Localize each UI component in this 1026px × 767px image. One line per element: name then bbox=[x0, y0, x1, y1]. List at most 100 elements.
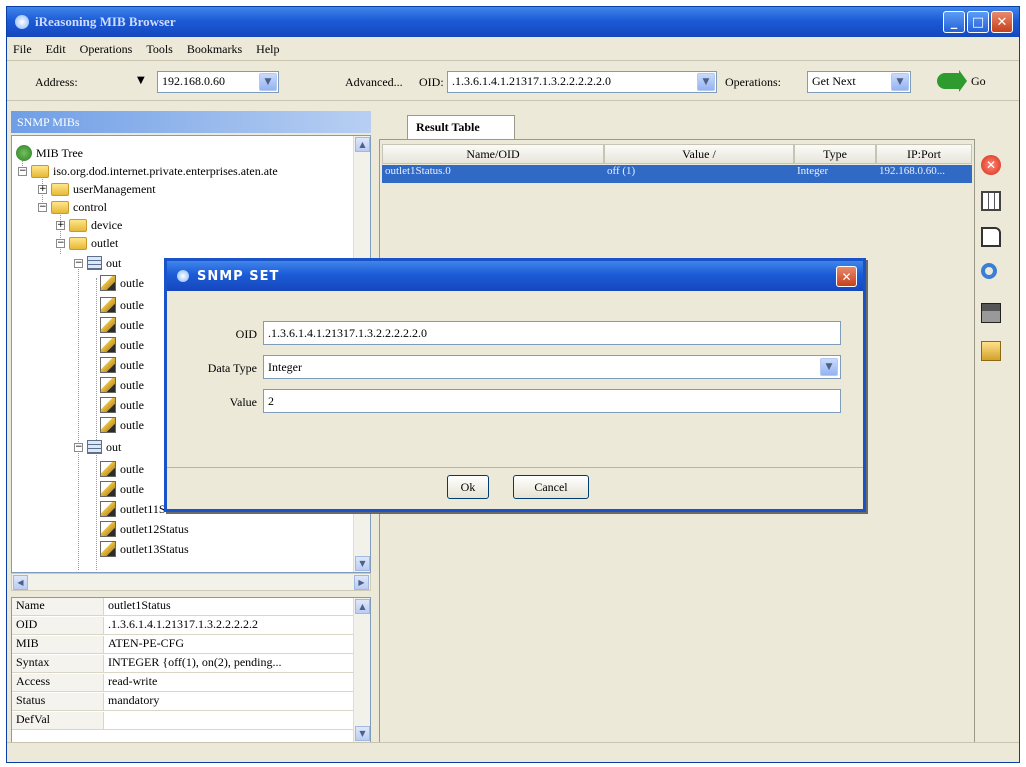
table-icon[interactable] bbox=[981, 191, 1001, 211]
scroll-down-icon[interactable]: ▼ bbox=[355, 556, 370, 571]
scroll-up-icon[interactable]: ▲ bbox=[355, 137, 370, 152]
tree-node-table[interactable]: − out bbox=[74, 254, 121, 272]
tree-leaf[interactable]: outle bbox=[100, 336, 144, 354]
print-icon[interactable] bbox=[981, 303, 1001, 323]
col-name-oid[interactable]: Name/OID bbox=[382, 144, 604, 164]
scroll-left-icon[interactable]: ◀ bbox=[13, 575, 28, 590]
oid-field-label: OID bbox=[235, 327, 257, 341]
collapse-icon[interactable]: − bbox=[74, 258, 83, 268]
leaf-icon bbox=[100, 357, 116, 373]
collapse-icon[interactable]: − bbox=[38, 202, 47, 212]
prop-name: Name outlet1Status bbox=[12, 598, 354, 616]
menu-edit[interactable]: Edit bbox=[46, 42, 66, 57]
menu-tools[interactable]: Tools bbox=[146, 42, 173, 57]
leaf-icon bbox=[100, 417, 116, 433]
tree-horizontal-scrollbar[interactable]: ◀ ▶ bbox=[11, 573, 371, 591]
find-icon[interactable] bbox=[981, 263, 997, 279]
app-icon bbox=[15, 15, 29, 29]
menu-operations[interactable]: Operations bbox=[80, 42, 133, 57]
advanced-button[interactable]: Advanced... bbox=[345, 75, 403, 90]
collapse-icon[interactable]: − bbox=[18, 166, 27, 176]
window-title: iReasoning MIB Browser bbox=[35, 14, 176, 29]
stop-icon[interactable]: ✕ bbox=[981, 155, 1001, 175]
tree-leaf[interactable]: outle bbox=[100, 316, 144, 334]
chevron-down-icon[interactable]: ▼ bbox=[697, 73, 715, 91]
tree-leaf[interactable]: outle bbox=[100, 460, 144, 478]
address-expand-icon[interactable]: ▼ bbox=[137, 75, 145, 86]
prop-status: Status mandatory bbox=[12, 693, 354, 711]
tree-leaf[interactable]: outle bbox=[100, 480, 144, 498]
prop-oid: OID .1.3.6.1.4.1.21317.1.3.2.2.2.2.2 bbox=[12, 617, 354, 635]
chevron-down-icon[interactable]: ▼ bbox=[820, 358, 838, 376]
folder-icon bbox=[69, 236, 87, 250]
document-icon[interactable] bbox=[981, 227, 1001, 247]
collapse-icon[interactable]: − bbox=[74, 442, 83, 452]
collapse-icon[interactable]: − bbox=[56, 238, 65, 248]
folder-icon bbox=[31, 164, 49, 178]
scroll-up-icon[interactable]: ▲ bbox=[355, 599, 370, 614]
tree-leaf-outlet13[interactable]: outlet13Status bbox=[100, 540, 189, 558]
ok-button[interactable]: Ok bbox=[447, 475, 489, 499]
address-combo[interactable]: 192.168.0.60 ▼ bbox=[157, 71, 279, 93]
tree-node-outlet[interactable]: − outlet bbox=[56, 234, 118, 252]
maximize-button[interactable]: □ bbox=[967, 11, 989, 33]
cancel-button[interactable]: Cancel bbox=[513, 475, 589, 499]
tree-leaf[interactable]: outle bbox=[100, 274, 144, 292]
leaf-icon bbox=[100, 317, 116, 333]
table-row[interactable]: outlet1Status.0 off (1) Integer 192.168.… bbox=[382, 165, 972, 183]
value-field[interactable]: 2 bbox=[263, 389, 841, 413]
mib-panel-header: SNMP MIBs bbox=[11, 111, 371, 133]
tree-node-control[interactable]: − control bbox=[38, 198, 107, 216]
go-button[interactable]: Go bbox=[937, 70, 986, 92]
tree-icon bbox=[16, 145, 32, 161]
operations-combo[interactable]: Get Next ▼ bbox=[807, 71, 911, 93]
scroll-right-icon[interactable]: ▶ bbox=[354, 575, 369, 590]
tree-leaf[interactable]: outle bbox=[100, 356, 144, 374]
tab-result-table[interactable]: Result Table bbox=[407, 115, 515, 139]
props-vertical-scrollbar[interactable]: ▲ ▼ bbox=[353, 598, 370, 742]
oid-combo[interactable]: .1.3.6.1.4.1.21317.1.3.2.2.2.2.2.0 ▼ bbox=[447, 71, 717, 93]
tree-node-table-2[interactable]: − out bbox=[74, 438, 121, 456]
folder-icon bbox=[69, 218, 87, 232]
leaf-icon bbox=[100, 297, 116, 313]
operations-value: Get Next bbox=[812, 74, 856, 88]
tree-node-path[interactable]: − iso.org.dod.internet.private.enterpris… bbox=[18, 162, 278, 180]
leaf-icon bbox=[100, 275, 116, 291]
menu-file[interactable]: File bbox=[13, 42, 32, 57]
tree-node-device[interactable]: + device bbox=[56, 216, 122, 234]
oid-label: OID: bbox=[419, 75, 444, 89]
scroll-down-icon[interactable]: ▼ bbox=[355, 726, 370, 741]
leaf-icon bbox=[100, 521, 116, 537]
expand-icon[interactable]: + bbox=[56, 220, 65, 230]
dialog-close-button[interactable]: ✕ bbox=[836, 266, 857, 287]
col-value[interactable]: Value / bbox=[604, 144, 794, 164]
menu-bar: File Edit Operations Tools Bookmarks Hel… bbox=[7, 39, 1019, 61]
menu-bookmarks[interactable]: Bookmarks bbox=[187, 42, 242, 57]
tree-leaf[interactable]: outle bbox=[100, 376, 144, 394]
close-button[interactable]: ✕ bbox=[991, 11, 1013, 33]
dialog-title: SNMP SET bbox=[197, 268, 280, 284]
address-value: 192.168.0.60 bbox=[162, 74, 225, 88]
col-type[interactable]: Type bbox=[794, 144, 876, 164]
open-folder-icon[interactable] bbox=[981, 341, 1001, 361]
tree-leaf-outlet12[interactable]: outlet12Status bbox=[100, 520, 189, 538]
oid-field[interactable]: .1.3.6.1.4.1.21317.1.3.2.2.2.2.2.0 bbox=[263, 321, 841, 345]
menu-help[interactable]: Help bbox=[256, 42, 279, 57]
table-icon bbox=[87, 256, 102, 270]
expand-icon[interactable]: + bbox=[38, 184, 47, 194]
tree-leaf[interactable]: outle bbox=[100, 396, 144, 414]
leaf-icon bbox=[100, 461, 116, 477]
dialog-title-bar: SNMP SET ✕ bbox=[167, 261, 863, 291]
address-bar: Address: ▼ 192.168.0.60 ▼ Advanced... OI… bbox=[7, 63, 1019, 101]
tree-leaf[interactable]: outle bbox=[100, 296, 144, 314]
tree-node-usermanagement[interactable]: + userManagement bbox=[38, 180, 156, 198]
oid-value: .1.3.6.1.4.1.21317.1.3.2.2.2.2.2.0 bbox=[452, 74, 611, 88]
leaf-icon bbox=[100, 501, 116, 517]
tree-leaf[interactable]: outle bbox=[100, 416, 144, 434]
chevron-down-icon[interactable]: ▼ bbox=[259, 73, 277, 91]
chevron-down-icon[interactable]: ▼ bbox=[891, 73, 909, 91]
tree-root[interactable]: MIB Tree bbox=[16, 144, 83, 162]
data-type-select[interactable]: Integer ▼ bbox=[263, 355, 841, 379]
minimize-button[interactable]: _ bbox=[943, 11, 965, 33]
col-ipport[interactable]: IP:Port bbox=[876, 144, 972, 164]
